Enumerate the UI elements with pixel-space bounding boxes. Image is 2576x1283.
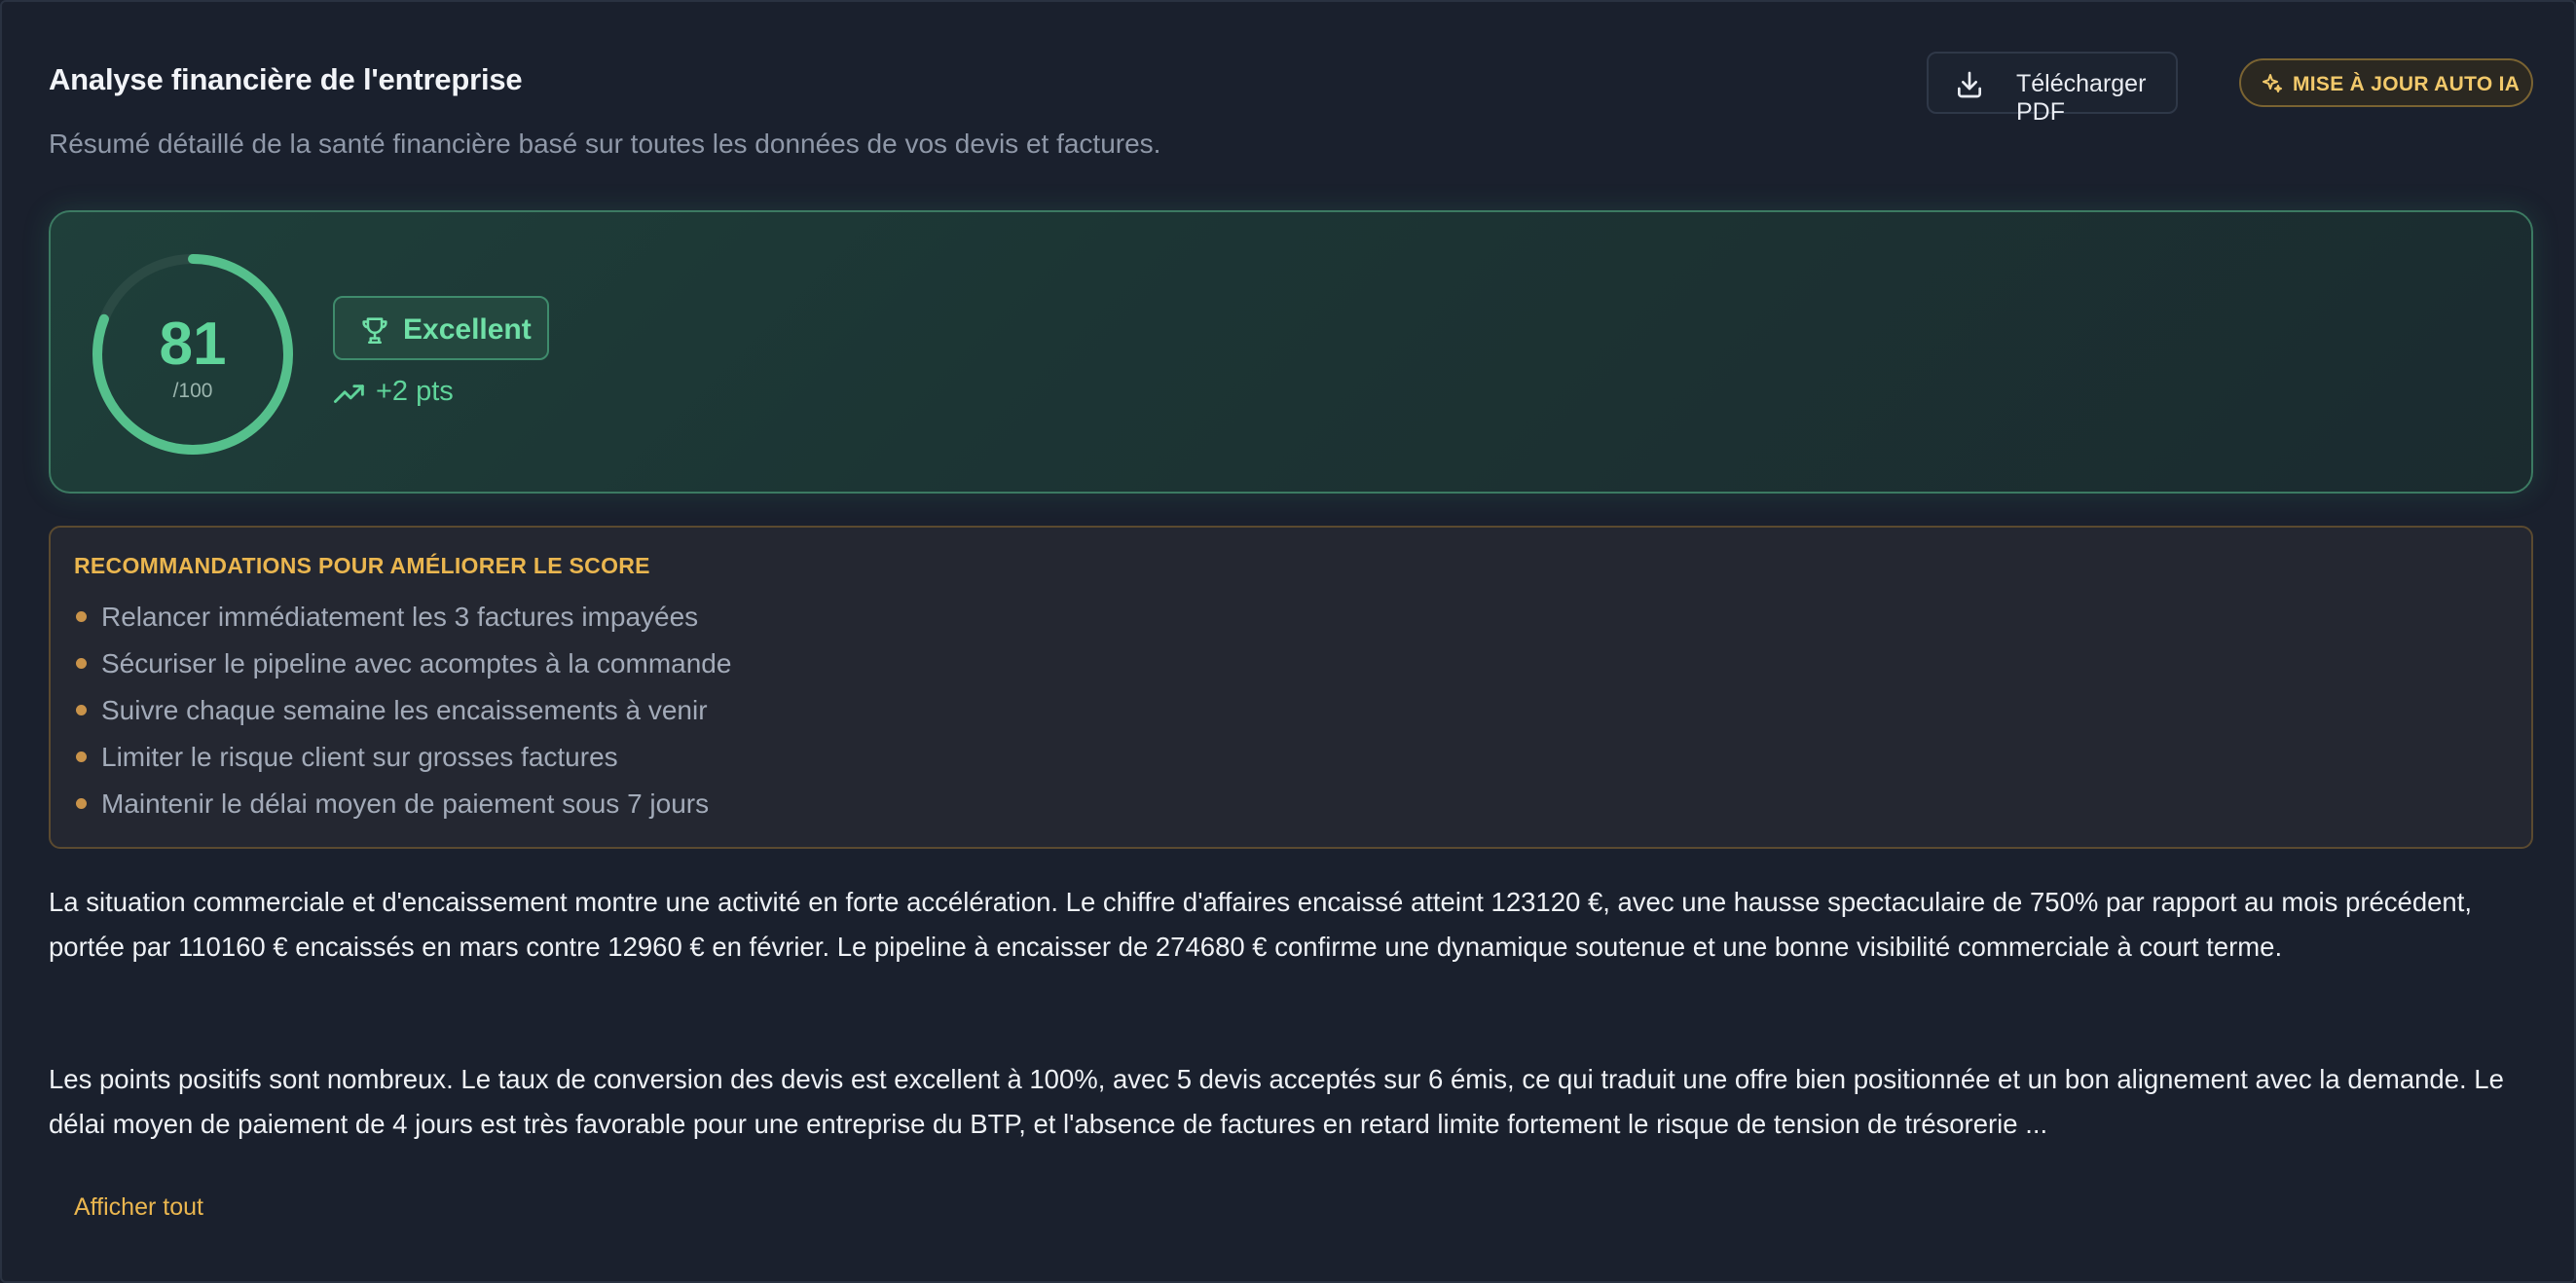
recommendation-item: Relancer immédiatement les 3 factures im…	[74, 598, 731, 644]
bullet-dot	[76, 611, 87, 622]
recommendation-item: Suivre chaque semaine les encaissements …	[74, 691, 731, 738]
recommendation-text: Sécuriser le pipeline avec acomptes à la…	[101, 648, 732, 678]
recommendation-item: Maintenir le délai moyen de paiement sou…	[74, 785, 731, 831]
recommendation-text: Relancer immédiatement les 3 factures im…	[101, 602, 699, 632]
bullet-dot	[76, 658, 87, 669]
ai-auto-update-label: MISE À JOUR AUTO IA	[2293, 73, 2521, 95]
show-all-link[interactable]: Afficher tout	[74, 1193, 203, 1222]
download-icon	[1958, 71, 1981, 98]
score-max: /100	[172, 380, 213, 402]
rating-label: Excellent	[403, 313, 532, 346]
recommendations-list: Relancer immédiatement les 3 factures im…	[74, 598, 731, 831]
recommendation-item: Sécuriser le pipeline avec acomptes à la…	[74, 644, 731, 691]
financial-analysis-panel: Analyse financière de l'entreprise Résum…	[0, 0, 2576, 1283]
trophy-icon	[362, 317, 387, 345]
bullet-dot	[76, 751, 87, 762]
analysis-paragraph: Les points positifs sont nombreux. Le ta…	[49, 1064, 2504, 1139]
download-pdf-label: Télécharger PDF	[2016, 70, 2147, 126]
recommendation-text: Maintenir le délai moyen de paiement sou…	[101, 788, 710, 819]
bullet-dot	[76, 798, 87, 809]
recommendations-card: RECOMMANDATIONS POUR AMÉLIORER LE SCORE …	[49, 526, 2533, 849]
trending-up-icon	[333, 385, 364, 403]
ai-auto-update-button[interactable]: MISE À JOUR AUTO IA	[2239, 58, 2533, 107]
recommendation-text: Suivre chaque semaine les encaissements …	[101, 695, 708, 725]
score-trend-label: +2 pts	[376, 376, 454, 407]
page-title: Analyse financière de l'entreprise	[49, 62, 523, 96]
analysis-paragraph: La situation commerciale et d'encaisseme…	[49, 887, 2473, 962]
recommendations-title: RECOMMANDATIONS POUR AMÉLIORER LE SCORE	[74, 553, 650, 578]
download-pdf-button[interactable]: Télécharger PDF	[1927, 52, 2178, 126]
score-value: 81	[159, 311, 227, 378]
rating-badge: Excellent	[333, 296, 549, 360]
health-score-card: 81 /100 Excellent +2 pts	[49, 210, 2533, 494]
page-subtitle: Résumé détaillé de la santé financière b…	[49, 128, 1161, 159]
sparkles-icon	[2263, 74, 2282, 92]
recommendation-text: Limiter le risque client sur grosses fac…	[101, 742, 618, 772]
recommendation-item: Limiter le risque client sur grosses fac…	[74, 738, 731, 785]
bullet-dot	[76, 705, 87, 715]
